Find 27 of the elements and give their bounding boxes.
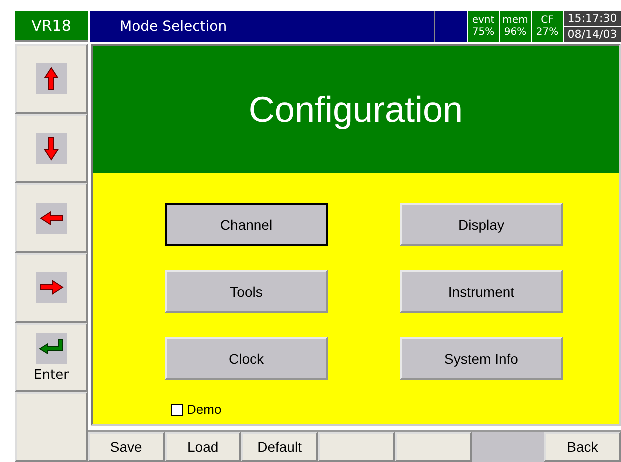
checkbox-label: Demo <box>187 402 222 417</box>
status-indicator: mem 96% <box>500 11 531 42</box>
menu-button[interactable]: Instrument <box>400 270 563 313</box>
arrow-key[interactable] <box>15 183 88 254</box>
menu-button[interactable]: Clock <box>165 337 328 380</box>
soft-key[interactable]: Back <box>544 432 621 462</box>
heading: Configuration <box>248 88 464 130</box>
blank-key[interactable] <box>15 392 88 462</box>
arrow-key[interactable] <box>15 253 88 323</box>
soft-key[interactable]: Load <box>164 432 242 462</box>
unit-label: VR18 <box>15 11 88 42</box>
blank-key[interactable] <box>318 432 395 462</box>
clock-time: 15:17:30 <box>564 11 621 26</box>
menu-button[interactable]: Tools <box>165 270 328 313</box>
clock-date: 08/14/03 <box>564 27 621 42</box>
status-indicator: CF 27% <box>532 11 563 42</box>
enter-key[interactable]: Enter <box>15 322 88 392</box>
arrow-key[interactable] <box>15 114 88 184</box>
checkbox[interactable] <box>171 404 183 416</box>
menu-button[interactable]: Channel <box>165 203 328 246</box>
soft-key[interactable]: Default <box>241 432 318 462</box>
menu-button[interactable]: Display <box>400 203 563 246</box>
blank-key[interactable] <box>394 432 472 462</box>
menu-button[interactable]: System Info <box>400 337 563 380</box>
arrow-key[interactable] <box>15 44 88 114</box>
status-indicator: evnt 75% <box>468 11 499 42</box>
soft-key[interactable]: Save <box>88 432 165 462</box>
